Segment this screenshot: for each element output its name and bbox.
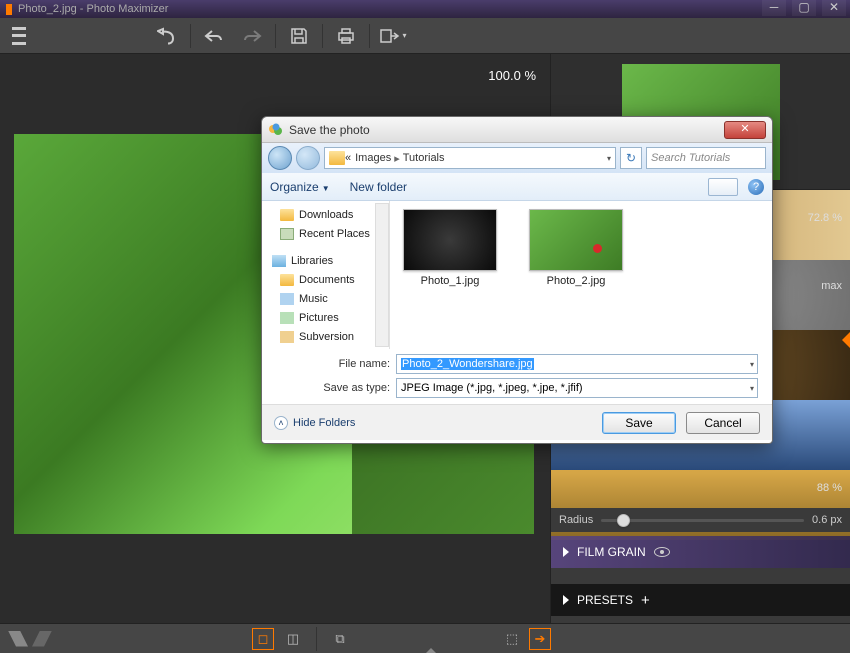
film-grain-section[interactable]: FILM GRAIN [551,536,850,568]
help-button[interactable]: ? [748,179,764,195]
tree-downloads[interactable]: Downloads [262,205,389,224]
bc-tutorials[interactable]: Tutorials [403,152,445,164]
main-toolbar: ▾ [0,18,850,54]
revert-button[interactable] [148,18,186,54]
radius-slider-row: Radius 0.6 px [551,508,850,532]
thumbnail [403,209,497,271]
filename-input[interactable]: Photo_2_Wondershare.jpg▾ [396,354,758,374]
music-icon [280,293,294,305]
file-name: Photo_2.jpg [526,275,626,287]
radius-value: 0.6 px [812,514,842,526]
tree-recent[interactable]: Recent Places [262,224,389,243]
nav-forward-button[interactable] [296,146,320,170]
save-button[interactable] [280,18,318,54]
titlebar: Photo_2.jpg - Photo Maximizer ─ ▢ ✕ [0,0,850,18]
dialog-titlebar: Save the photo ✕ [262,117,772,143]
save-dialog: Save the photo ✕ « Images ▸ Tutorials ▾ … [261,116,773,444]
minimize-button[interactable]: ─ [762,0,786,16]
visibility-icon[interactable] [654,547,670,557]
app-window: Photo_2.jpg - Photo Maximizer ─ ▢ ✕ ▾ 10… [0,0,850,653]
search-input[interactable]: Search Tutorials [646,147,766,169]
new-folder-button[interactable]: New folder [350,180,407,194]
refresh-button[interactable]: ↻ [620,147,642,169]
maximize-button[interactable]: ▢ [792,0,816,16]
tree-scrollbar[interactable] [375,203,389,347]
breadcrumb-bar: « Images ▸ Tutorials ▾ ↻ Search Tutorial… [262,143,772,173]
app-icon [6,4,12,15]
pictures-icon [280,312,294,324]
close-button[interactable]: ✕ [822,0,846,16]
libraries-icon [272,255,286,267]
view-mode-button[interactable] [708,178,738,196]
file-item-1[interactable]: Photo_1.jpg [400,209,500,287]
print-button[interactable] [327,18,365,54]
organize-menu[interactable]: Organize▼ [270,180,330,194]
chevron-up-icon: ˄ [274,416,288,430]
presets-label: PRESETS [577,593,633,607]
dialog-icon [268,122,284,138]
add-icon[interactable]: + [641,592,650,609]
expand-strip-icon[interactable] [425,648,437,653]
tree-documents[interactable]: Documents [262,270,389,289]
redo-button[interactable] [233,18,271,54]
filename-label: File name: [312,358,390,370]
folder-icon [329,151,345,165]
cancel-dialog-button[interactable]: Cancel [686,412,760,434]
dialog-toolbar: Organize▼ New folder ? [262,173,772,201]
menu-button[interactable] [0,18,38,54]
sharpen-value: 88 % [817,482,842,494]
bottom-bar: ◻ ◫ ⧉ ⬚ ➔ [0,623,850,653]
expand-icon [563,547,569,557]
thumbnail [529,209,623,271]
view-split-button[interactable]: ◫ [282,628,304,650]
zoom-level: 100.0 % [488,68,536,83]
tree-pictures[interactable]: Pictures [262,308,389,327]
bc-images[interactable]: Images [355,152,391,164]
nav-back-button[interactable] [268,146,292,170]
recent-icon [280,228,294,240]
prev-image-button[interactable] [8,631,28,647]
file-list: Photo_1.jpg Photo_2.jpg [390,201,772,349]
filetype-label: Save as type: [312,382,390,394]
expand-icon [563,595,569,605]
tree-libraries[interactable]: Libraries [262,251,389,270]
view-single-button[interactable]: ◻ [252,628,274,650]
file-name: Photo_1.jpg [400,275,500,287]
documents-icon [280,274,294,286]
dialog-title: Save the photo [289,123,370,137]
panel-arrow-icon[interactable] [842,330,850,350]
hide-folders-button[interactable]: ˄ Hide Folders [274,416,355,430]
folder-tree: Downloads Recent Places Libraries Docume… [262,201,390,349]
import-button[interactable]: ⬚ [501,628,523,650]
export-button[interactable]: ▾ [374,18,412,54]
tree-subversion[interactable]: Subversion [262,327,389,346]
film-grain-label: FILM GRAIN [577,545,646,559]
radius-slider[interactable] [601,519,804,522]
value-1: 72.8 % [808,212,842,224]
subversion-icon [280,331,294,343]
presets-section[interactable]: PRESETS + [551,584,850,616]
save-dialog-button[interactable]: Save [602,412,676,434]
folder-icon [280,209,294,221]
view-compare-button[interactable]: ⧉ [329,628,351,650]
tree-music[interactable]: Music [262,289,389,308]
export-bottom-button[interactable]: ➔ [529,628,551,650]
undo-button[interactable] [195,18,233,54]
file-item-2[interactable]: Photo_2.jpg [526,209,626,287]
dialog-close-button[interactable]: ✕ [724,121,766,139]
next-image-button[interactable] [32,631,52,647]
value-2: max [821,280,842,292]
breadcrumb[interactable]: « Images ▸ Tutorials ▾ [324,147,616,169]
window-title: Photo_2.jpg - Photo Maximizer [18,3,168,15]
filetype-select[interactable]: JPEG Image (*.jpg, *.jpeg, *.jpe, *.jfif… [396,378,758,398]
radius-label: Radius [559,514,593,526]
bc-prefix: « [345,152,351,164]
